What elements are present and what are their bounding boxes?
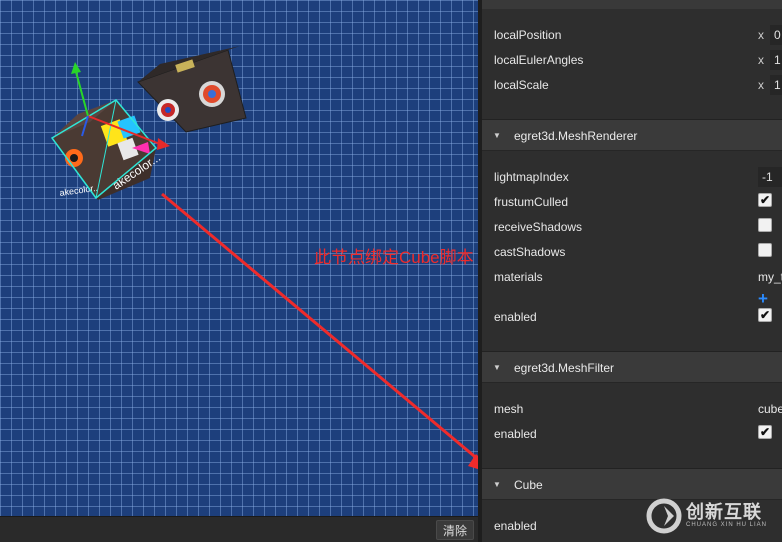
mesh-filter-title: egret3d.MeshFilter — [514, 361, 615, 375]
local-position-axis: x — [758, 28, 764, 42]
local-euler-angles-x-field[interactable]: 1 — [770, 50, 782, 70]
cast-shadows-checkbox[interactable] — [758, 243, 772, 257]
local-scale-x-field[interactable]: 1 — [770, 75, 782, 95]
mesh-label: mesh — [494, 402, 524, 416]
mesh-renderer-title: egret3d.MeshRenderer — [514, 129, 638, 143]
mesh-filter-enabled-checkbox[interactable]: ✔ — [758, 425, 772, 439]
local-position-label: localPosition — [494, 28, 562, 42]
materials-label: materials — [494, 270, 543, 284]
lightmap-index-field[interactable]: -1 — [758, 167, 782, 187]
logo-icon — [646, 498, 682, 534]
mesh-renderer-enabled-label: enabled — [494, 310, 537, 324]
mesh-filter-enabled-label: enabled — [494, 427, 537, 441]
frustum-culled-checkbox[interactable]: ✔ — [758, 193, 772, 207]
clear-button[interactable]: 清除 — [435, 520, 474, 540]
cube-label-1: akecolor.. — [59, 183, 99, 198]
frustum-culled-label: frustumCulled — [494, 195, 569, 209]
mesh-renderer-header[interactable]: ▼ egret3d.MeshRenderer — [482, 119, 782, 151]
local-scale-axis: x — [758, 78, 764, 92]
local-scale-label: localScale — [494, 78, 549, 92]
expand-triangle-icon[interactable]: ▼ — [493, 131, 501, 141]
cube-enabled-label: enabled — [494, 519, 537, 533]
cube-component-title: Cube — [514, 478, 543, 492]
annotation-text: 此节点绑定Cube脚本 — [314, 248, 474, 267]
watermark-subtext: CHUANG XIN HU LIAN — [686, 522, 768, 528]
mesh-filter-header[interactable]: ▼ egret3d.MeshFilter — [482, 351, 782, 383]
local-euler-angles-label: localEulerAngles — [494, 53, 584, 67]
pointer-arrow — [161, 192, 478, 470]
watermark-text: 创新互联 — [686, 502, 762, 523]
watermark-logo: 创新互联 CHUANG XIN HU LIAN — [646, 496, 778, 536]
expand-triangle-icon[interactable]: ▼ — [493, 363, 501, 373]
inspector-panel: localPosition x 0 localEulerAngles x 1 l… — [482, 0, 782, 542]
selected-cube[interactable]: akecolor.. akecolor... — [50, 99, 163, 200]
transform-header[interactable] — [482, 0, 782, 9]
add-material-plus-icon[interactable]: + — [758, 290, 768, 307]
receive-shadows-checkbox[interactable] — [758, 218, 772, 232]
materials-value[interactable]: my_t — [758, 267, 782, 287]
local-position-x-field[interactable]: 0 — [770, 25, 782, 45]
dark-cube[interactable] — [137, 46, 247, 133]
mesh-renderer-enabled-checkbox[interactable]: ✔ — [758, 308, 772, 322]
console-bar: 清除 — [0, 516, 478, 542]
mesh-value[interactable]: cube — [758, 399, 782, 419]
receive-shadows-label: receiveShadows — [494, 220, 583, 234]
local-euler-angles-axis: x — [758, 53, 764, 67]
cast-shadows-label: castShadows — [494, 245, 566, 259]
expand-triangle-icon[interactable]: ▼ — [493, 480, 501, 490]
lightmap-index-label: lightmapIndex — [494, 170, 569, 184]
